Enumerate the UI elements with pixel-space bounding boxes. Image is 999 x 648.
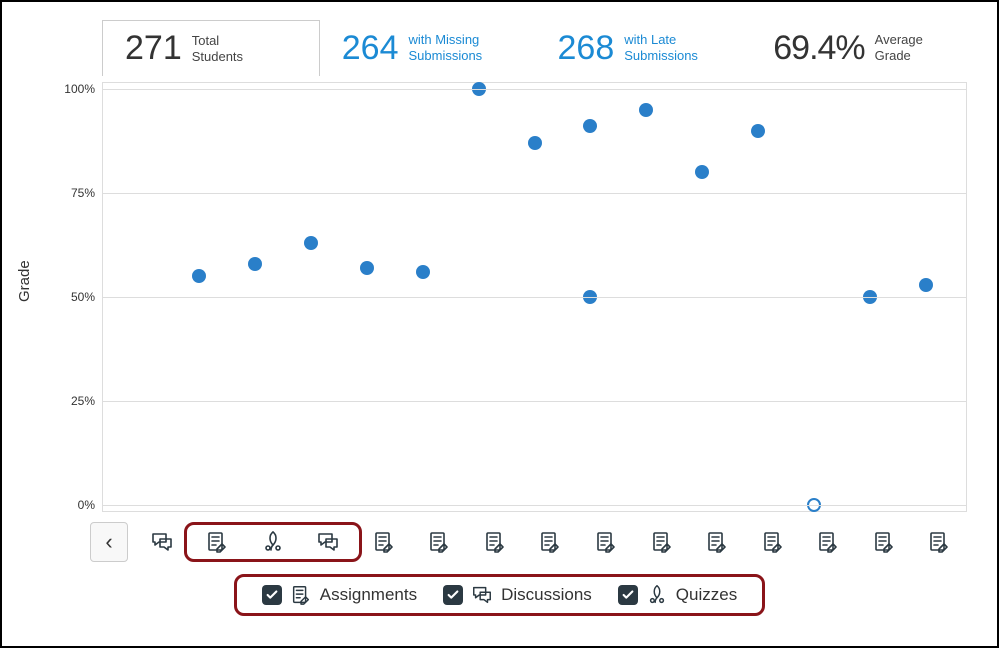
- data-point[interactable]: [192, 269, 206, 283]
- stat-avg-label2: Grade: [875, 48, 923, 64]
- assignment-icon[interactable]: [689, 530, 745, 554]
- filter-quizzes[interactable]: Quizzes: [618, 584, 737, 606]
- checkbox-checked-icon: [262, 585, 282, 605]
- stat-missing-label2: Submissions: [408, 48, 482, 64]
- discussion-icon[interactable]: [134, 530, 190, 554]
- highlighted-assignments: [190, 530, 357, 554]
- assignment-icon: [290, 584, 312, 606]
- checkbox-checked-icon: [618, 585, 638, 605]
- stat-missing-value: 264: [342, 29, 399, 68]
- assignment-icon[interactable]: [523, 530, 579, 554]
- assignment-icon[interactable]: [856, 530, 912, 554]
- data-point[interactable]: [416, 265, 430, 279]
- data-point[interactable]: [528, 136, 542, 150]
- y-tick: 50%: [71, 290, 95, 304]
- discussion-icon: [471, 584, 493, 606]
- filter-legend: Assignments Discussions Quizzes: [244, 580, 755, 610]
- summary-stats: 271 Total Students 264 with Missing Subm…: [102, 20, 967, 76]
- chevron-left-icon: ‹: [105, 529, 112, 555]
- prev-page-button[interactable]: ‹: [90, 522, 128, 562]
- data-point[interactable]: [583, 119, 597, 133]
- discussion-icon[interactable]: [301, 530, 357, 554]
- grade-scatter-chart: 0%25%50%75%100%: [102, 82, 967, 512]
- data-point[interactable]: [919, 278, 933, 292]
- stat-avg-label1: Average: [875, 32, 923, 48]
- data-point[interactable]: [695, 165, 709, 179]
- x-axis-icons: ‹: [90, 522, 967, 562]
- stat-total-label2: Students: [192, 49, 243, 65]
- stat-avg-value: 69.4%: [773, 29, 864, 68]
- assignment-icon[interactable]: [911, 530, 967, 554]
- filter-discussions[interactable]: Discussions: [443, 584, 592, 606]
- quiz-icon: [646, 584, 668, 606]
- stat-missing-label1: with Missing: [408, 32, 482, 48]
- y-tick: 0%: [78, 498, 95, 512]
- filter-assignments-label: Assignments: [320, 585, 417, 605]
- data-point[interactable]: [304, 236, 318, 250]
- y-tick: 100%: [64, 82, 95, 96]
- y-axis-label: Grade: [16, 260, 33, 302]
- stat-average-grade[interactable]: 69.4% Average Grade: [751, 20, 967, 76]
- filter-assignments[interactable]: Assignments: [262, 584, 417, 606]
- assignment-icon[interactable]: [578, 530, 634, 554]
- assignment-icon[interactable]: [800, 530, 856, 554]
- stat-late[interactable]: 268 with Late Submissions: [536, 20, 752, 76]
- assignment-icon[interactable]: [190, 530, 246, 554]
- stat-missing[interactable]: 264 with Missing Submissions: [320, 20, 536, 76]
- stat-late-value: 268: [558, 29, 615, 68]
- assignment-icon[interactable]: [634, 530, 690, 554]
- stat-total-value: 271: [125, 29, 182, 68]
- stat-late-label2: Submissions: [624, 48, 698, 64]
- quiz-icon[interactable]: [245, 530, 301, 554]
- y-tick: 75%: [71, 186, 95, 200]
- stat-late-label1: with Late: [624, 32, 698, 48]
- stat-total-students[interactable]: 271 Total Students: [102, 20, 320, 76]
- filter-discussions-label: Discussions: [501, 585, 592, 605]
- assignment-icon[interactable]: [356, 530, 412, 554]
- stat-total-label1: Total: [192, 33, 243, 49]
- assignment-icon[interactable]: [412, 530, 468, 554]
- checkbox-checked-icon: [443, 585, 463, 605]
- assignment-icon[interactable]: [745, 530, 801, 554]
- data-point[interactable]: [248, 257, 262, 271]
- y-tick: 25%: [71, 394, 95, 408]
- data-point[interactable]: [360, 261, 374, 275]
- assignment-icon[interactable]: [467, 530, 523, 554]
- data-point[interactable]: [639, 103, 653, 117]
- data-point[interactable]: [751, 124, 765, 138]
- filter-quizzes-label: Quizzes: [676, 585, 737, 605]
